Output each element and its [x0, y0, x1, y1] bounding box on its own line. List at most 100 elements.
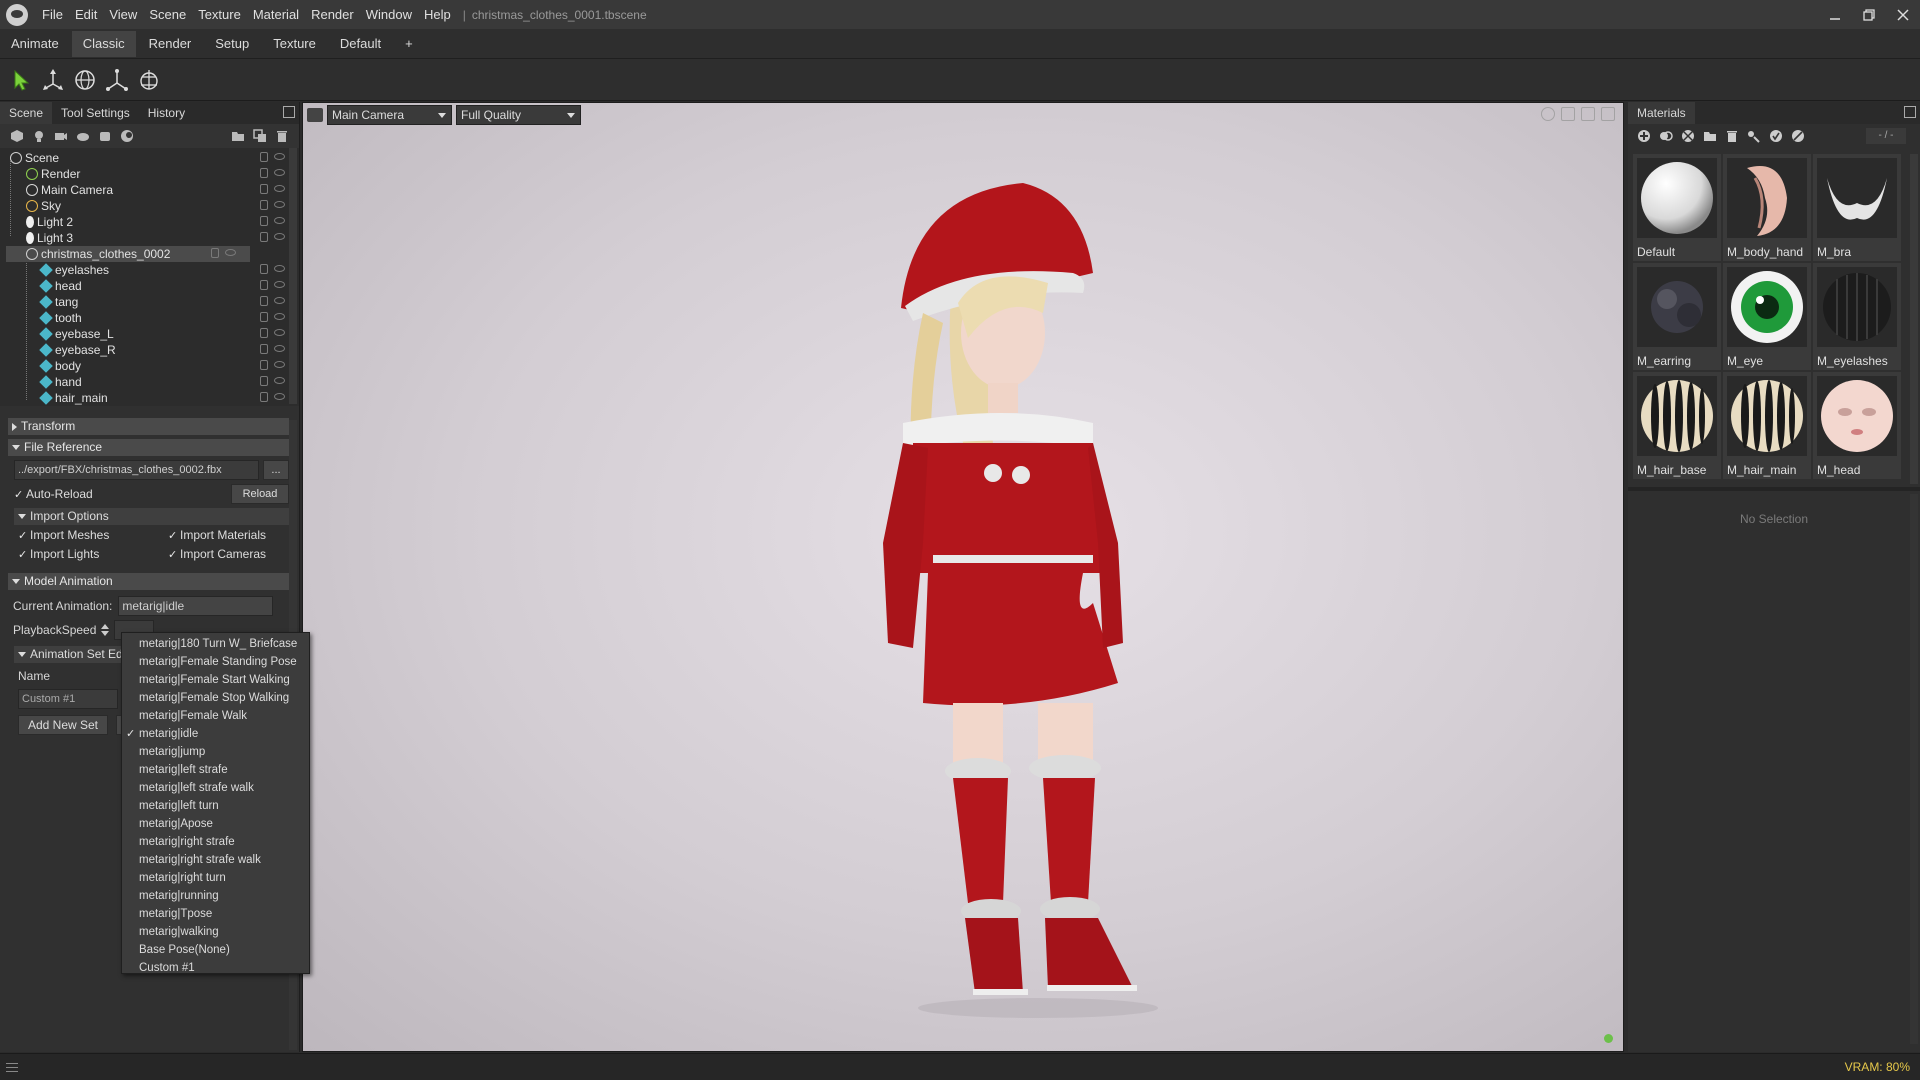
lock-icon[interactable] [260, 392, 268, 402]
material-card[interactable]: M_hair_base [1633, 372, 1721, 479]
animation-option[interactable]: metarig|180 Turn W_ Briefcase [122, 635, 309, 653]
material-card[interactable]: M_earring [1633, 263, 1721, 370]
animation-option[interactable]: metarig|Female Stop Walking [122, 689, 309, 707]
visibility-eye-icon[interactable] [274, 329, 285, 336]
scene-tree-item[interactable]: eyebase_R [0, 342, 299, 358]
delete-material-icon[interactable] [1724, 128, 1740, 144]
lock-icon[interactable] [260, 328, 268, 338]
lock-icon[interactable] [260, 184, 268, 194]
visibility-eye-icon[interactable] [274, 361, 285, 368]
material-card[interactable]: Default [1633, 154, 1721, 261]
animation-option[interactable]: metarig|Female Standing Pose [122, 653, 309, 671]
visibility-eye-icon[interactable] [274, 185, 285, 192]
lock-icon[interactable] [211, 248, 219, 258]
current-animation-select[interactable]: metarig|idle [118, 596, 274, 616]
animation-option[interactable]: metarig|left turn [122, 797, 309, 815]
minimize-icon[interactable] [1818, 0, 1852, 29]
menu-scene[interactable]: Scene [143, 0, 192, 29]
visibility-eye-icon[interactable] [274, 393, 285, 400]
add-group-icon[interactable] [94, 126, 116, 146]
3d-viewport[interactable]: Main Camera Full Quality [302, 102, 1624, 1052]
animation-option[interactable]: metarig|Female Walk [122, 707, 309, 725]
add-new-set-button[interactable]: Add New Set [18, 715, 108, 735]
workspace-tab-render[interactable]: Render [138, 31, 203, 57]
animation-option[interactable]: Custom #1 [122, 959, 309, 977]
visibility-eye-icon[interactable] [274, 265, 285, 272]
visibility-eye-icon[interactable] [274, 169, 285, 176]
tab-scene[interactable]: Scene [0, 102, 53, 124]
pick-material-icon[interactable] [1746, 128, 1762, 144]
auto-reload-checkbox[interactable]: ✓ Auto-Reload [14, 487, 93, 501]
material-counter[interactable]: - / - [1866, 128, 1906, 144]
animation-option[interactable]: Base Pose(None) [122, 941, 309, 959]
scene-tree-item[interactable]: Scene [0, 150, 299, 166]
delete-icon[interactable] [271, 126, 293, 146]
material-card[interactable]: M_eyelashes [1813, 263, 1901, 370]
tab-history[interactable]: History [139, 102, 194, 124]
import-cameras-checkbox[interactable]: ✓ Import Cameras [168, 547, 288, 561]
animation-option[interactable]: metarig|Tpose [122, 905, 309, 923]
apply-material-icon[interactable] [1768, 128, 1784, 144]
animation-option[interactable]: metarig|running [122, 887, 309, 905]
animation-option[interactable]: metarig|walking [122, 923, 309, 941]
workspace-tab-default[interactable]: Default [329, 31, 392, 57]
restore-icon[interactable] [1852, 0, 1886, 29]
duplicate-material-icon[interactable] [1658, 128, 1674, 144]
menu-help[interactable]: Help [418, 0, 457, 29]
menu-render[interactable]: Render [305, 0, 360, 29]
import-options-header[interactable]: Import Options [14, 508, 289, 525]
material-card[interactable]: M_bra [1813, 154, 1901, 261]
lock-icon[interactable] [260, 376, 268, 386]
import-meshes-checkbox[interactable]: ✓ Import Meshes [18, 528, 168, 542]
workspace-tab-texture[interactable]: Texture [262, 31, 327, 57]
reload-button[interactable]: Reload [231, 484, 289, 504]
scene-tree-item[interactable]: hair_main [0, 390, 299, 406]
scene-tree-item[interactable]: tooth [0, 310, 299, 326]
lock-icon[interactable] [260, 312, 268, 322]
animation-option[interactable]: metarig|left strafe walk [122, 779, 309, 797]
material-card[interactable]: M_hair_main [1723, 372, 1811, 479]
scene-tree-item[interactable]: tang [0, 294, 299, 310]
lock-icon[interactable] [260, 152, 268, 162]
import-materials-checkbox[interactable]: ✓ Import Materials [168, 528, 288, 542]
animation-option[interactable]: metarig|jump [122, 743, 309, 761]
lock-icon[interactable] [260, 360, 268, 370]
spinner-arrows-icon[interactable] [100, 623, 110, 637]
add-material-icon[interactable] [1636, 128, 1652, 144]
menu-edit[interactable]: Edit [69, 0, 103, 29]
remove-unused-icon[interactable] [1790, 128, 1806, 144]
select-arrow-icon[interactable] [6, 65, 36, 95]
workspace-tab-animate[interactable]: Animate [0, 31, 70, 57]
lock-icon[interactable] [260, 280, 268, 290]
add-sky-icon[interactable] [72, 126, 94, 146]
visibility-eye-icon[interactable] [274, 345, 285, 352]
workspace-tab-classic[interactable]: Classic [71, 30, 136, 57]
visibility-eye-icon[interactable] [274, 281, 285, 288]
move-gizmo-icon[interactable] [38, 65, 68, 95]
animation-option[interactable]: metarig|Apose [122, 815, 309, 833]
add-mesh-icon[interactable] [6, 126, 28, 146]
tab-materials[interactable]: Materials [1628, 102, 1695, 124]
scene-tree-item[interactable]: Light 3 [0, 230, 299, 246]
material-card[interactable]: M_body_hand [1723, 154, 1811, 261]
scene-tree-item[interactable]: christmas_clothes_0002 [6, 246, 250, 262]
lock-icon[interactable] [260, 216, 268, 226]
workspace-tab-setup[interactable]: Setup [204, 31, 260, 57]
scene-tree-item[interactable]: Light 2 [0, 214, 299, 230]
visibility-eye-icon[interactable] [274, 201, 285, 208]
scene-tree-item[interactable]: head [0, 278, 299, 294]
panel-divider[interactable] [1628, 487, 1920, 491]
lock-icon[interactable] [260, 344, 268, 354]
panel-popout-icon[interactable] [1904, 106, 1916, 118]
add-workspace-button[interactable]: + [394, 31, 424, 57]
import-lights-checkbox[interactable]: ✓ Import Lights [18, 547, 168, 561]
lock-icon[interactable] [260, 264, 268, 274]
lock-icon[interactable] [260, 296, 268, 306]
menu-window[interactable]: Window [360, 0, 418, 29]
scene-tree-item[interactable]: eyelashes [0, 262, 299, 278]
animation-option[interactable]: metarig|right turn [122, 869, 309, 887]
animation-option[interactable]: ✓ metarig|idle [122, 725, 309, 743]
model-animation-header[interactable]: Model Animation [8, 573, 289, 590]
menu-file[interactable]: File [36, 0, 69, 29]
visibility-eye-icon[interactable] [274, 377, 285, 384]
